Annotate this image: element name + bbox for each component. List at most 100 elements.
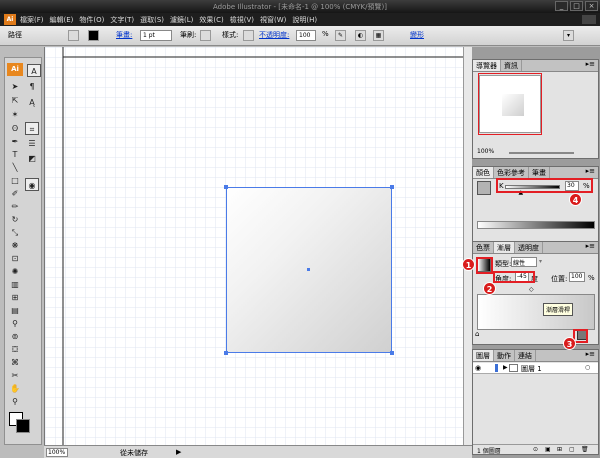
menu-effect[interactable]: 效果(C) (199, 15, 223, 25)
close-button[interactable]: × (585, 1, 598, 11)
new-layer-icon[interactable]: ▢ (569, 446, 575, 453)
tab-transparency[interactable]: 透明度 (515, 242, 543, 253)
menu-help[interactable]: 說明(H) (292, 15, 317, 25)
eyedropper-tool-icon[interactable]: ⚲ (8, 317, 22, 330)
selection-handle[interactable] (390, 351, 394, 355)
tab-layers[interactable]: 圖層 (473, 350, 494, 361)
menu-right-control[interactable] (582, 15, 596, 24)
tab-color[interactable]: 顏色 (473, 167, 494, 178)
stroke-swatch[interactable] (16, 419, 30, 433)
scale-tool-icon[interactable]: ⤡ (8, 226, 22, 239)
fill-swatch-button[interactable] (68, 30, 79, 41)
rotate-tool-icon[interactable]: ↻ (8, 213, 22, 226)
location-field[interactable]: 100 (569, 272, 585, 282)
vertical-scrollbar[interactable] (463, 47, 472, 445)
recolor-icon[interactable]: ✎ (335, 30, 346, 41)
visibility-eye-icon[interactable]: ◉ (475, 364, 481, 372)
tab-navigator[interactable]: 導覽器 (473, 60, 501, 71)
navigator-zoom-slider[interactable] (509, 152, 574, 154)
fill-stroke-control[interactable] (9, 412, 35, 438)
tab-actions[interactable]: 動作 (494, 350, 515, 361)
gradient-tool-icon[interactable]: ▤ (8, 304, 22, 317)
free-transform-tool-icon[interactable]: ⊡ (8, 252, 22, 265)
symbol-sprayer-tool-icon[interactable]: ✺ (8, 265, 22, 278)
menu-edit[interactable]: 編輯(E) (50, 15, 74, 25)
pathfinder-icon[interactable]: ◩ (25, 152, 39, 165)
zoom-field[interactable]: 100% (46, 448, 68, 457)
stroke-weight-field[interactable]: 1 pt (140, 30, 172, 41)
warp-tool-icon[interactable]: ❋ (8, 239, 22, 252)
minimize-button[interactable]: _ (555, 1, 568, 11)
tab-swatches[interactable]: 色票 (473, 242, 494, 253)
align-icon[interactable]: ▦ (373, 30, 384, 41)
menu-select[interactable]: 選取(S) (140, 15, 164, 25)
locate-object-icon[interactable]: ⊙ (533, 446, 538, 453)
magic-wand-tool-icon[interactable]: ✶ (8, 108, 22, 121)
midpoint-diamond-icon[interactable]: ◇ (529, 286, 534, 293)
rectangle-tool-icon[interactable]: □ (8, 174, 22, 187)
paragraph-icon[interactable]: ¶ (25, 80, 39, 93)
selection-handle[interactable] (224, 185, 228, 189)
lasso-tool-icon[interactable]: ʘ (8, 122, 22, 135)
style-picker-button[interactable] (243, 30, 254, 41)
navigator-view-box[interactable] (478, 73, 542, 135)
direct-select-tool-icon[interactable]: ⇱ (8, 94, 22, 107)
menu-file[interactable]: 檔案(F) (20, 15, 44, 25)
target-icon[interactable]: ○ (585, 364, 590, 371)
gradient-type-select[interactable]: 線性 (511, 257, 537, 267)
menu-filter[interactable]: 濾鏡(L) (170, 15, 193, 25)
gradient-slider[interactable] (477, 294, 595, 330)
crop-icon[interactable]: ⌗ (25, 122, 39, 135)
tab-color-guide[interactable]: 色彩參考 (494, 167, 529, 178)
transform-link[interactable]: 變形 (410, 30, 424, 40)
panel-menu-icon[interactable]: ▸≡ (586, 350, 598, 361)
live-paint-tool-icon[interactable]: ⛋ (8, 343, 22, 356)
align-panel-icon[interactable]: ☰ (25, 137, 39, 150)
layer-name[interactable]: 圖層 1 (521, 364, 542, 374)
selection-handle[interactable] (390, 185, 394, 189)
zoom-tool-icon[interactable]: ⚲ (8, 395, 22, 408)
hand-tool-icon[interactable]: ✋ (8, 382, 22, 395)
menu-window[interactable]: 視窗(W) (260, 15, 286, 25)
pen-tool-icon[interactable]: ✒ (8, 135, 22, 148)
scissors-tool-icon[interactable]: ✂ (8, 369, 22, 382)
color-ramp[interactable] (477, 221, 595, 229)
status-arrow-icon[interactable]: ▶ (176, 448, 181, 456)
opacity-field[interactable]: 100 (296, 30, 316, 41)
expand-triangle-icon[interactable]: ▶ (503, 364, 508, 371)
appearance-icon[interactable]: ◉ (25, 178, 39, 191)
menu-type[interactable]: 文字(T) (110, 15, 134, 25)
brush-picker-button[interactable] (200, 30, 211, 41)
panel-menu-icon[interactable]: ▸≡ (586, 167, 598, 178)
blend-tool-icon[interactable]: ⊚ (8, 330, 22, 343)
color-fill-swatch[interactable] (477, 181, 491, 195)
tab-links[interactable]: 連結 (515, 350, 536, 361)
text-tool-icon[interactable]: T (8, 148, 22, 161)
maximize-button[interactable]: □ (570, 1, 583, 11)
selection-handle[interactable] (224, 351, 228, 355)
tab-gradient[interactable]: 漸層 (494, 242, 515, 253)
isolate-icon[interactable]: ◐ (355, 30, 366, 41)
document-canvas[interactable] (44, 47, 463, 445)
panel-menu-icon[interactable]: ▸≡ (586, 60, 598, 71)
clipping-mask-icon[interactable]: ▣ (545, 446, 551, 453)
character-style-icon[interactable]: Ą (25, 96, 39, 109)
line-tool-icon[interactable]: ╲ (8, 161, 22, 174)
tab-info[interactable]: 資訊 (501, 60, 522, 71)
graph-tool-icon[interactable]: ▥ (8, 278, 22, 291)
gradient-stop-start[interactable]: ⌂ (475, 330, 479, 338)
trash-icon[interactable]: 🗑 (581, 446, 589, 453)
control-bar-menu-icon[interactable]: ▾ (563, 30, 574, 41)
tab-stroke[interactable]: 筆畫 (529, 167, 550, 178)
paintbrush-tool-icon[interactable]: ✐ (8, 187, 22, 200)
layer-row[interactable]: ◉ ▶ 圖層 1 ○ (473, 363, 598, 374)
opacity-label-link[interactable]: 不透明度: (259, 30, 289, 40)
menu-object[interactable]: 物件(O) (79, 15, 104, 25)
stroke-label-link[interactable]: 筆畫: (116, 30, 132, 40)
menu-view[interactable]: 檢視(V) (230, 15, 254, 25)
mesh-tool-icon[interactable]: ⊞ (8, 291, 22, 304)
new-sublayer-icon[interactable]: ⊞ (557, 446, 562, 453)
pencil-tool-icon[interactable]: ✏ (8, 200, 22, 213)
slice-tool-icon[interactable]: ⌘ (8, 356, 22, 369)
panel-menu-icon[interactable]: ▸≡ (586, 242, 598, 253)
